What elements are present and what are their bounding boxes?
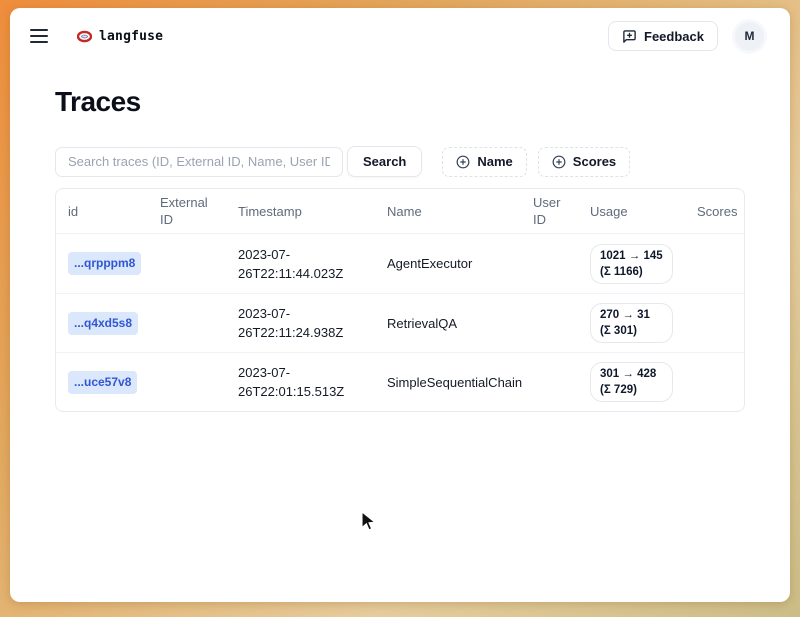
column-header-usage: Usage xyxy=(578,198,685,225)
message-square-plus-icon xyxy=(622,29,637,44)
brand[interactable]: langfuse xyxy=(77,29,163,44)
timestamp-cell: 2023-07-26T22:11:24.938Z xyxy=(226,296,375,350)
avatar[interactable]: M xyxy=(735,22,764,51)
external-id-cell xyxy=(148,256,226,272)
desktop-background: { "topbar": { "brand": "langfuse", "feed… xyxy=(0,0,800,617)
column-header-name: Name xyxy=(375,198,521,225)
usage-badge: 1021 → 145 (Σ 1166) xyxy=(590,244,673,284)
trace-id-link[interactable]: ...q4xd5s8 xyxy=(68,312,138,335)
column-header-id: id xyxy=(56,198,148,225)
feedback-label: Feedback xyxy=(644,29,704,44)
name-cell: RetrievalQA xyxy=(375,306,521,341)
scores-cell xyxy=(685,256,744,272)
usage-badge: 270 → 31 (Σ 301) xyxy=(590,303,673,343)
filter-scores-label: Scores xyxy=(573,154,616,169)
trace-id-link[interactable]: ...qrpppm8 xyxy=(68,252,141,275)
name-cell: SimpleSequentialChain xyxy=(375,365,521,400)
avatar-initial: M xyxy=(745,29,755,43)
external-id-cell xyxy=(148,374,226,390)
plus-circle-icon xyxy=(552,155,566,169)
column-header-user-id: User ID xyxy=(521,189,578,233)
column-header-timestamp: Timestamp xyxy=(226,198,375,225)
main-content: Traces Search Name Scores xyxy=(10,86,790,412)
trace-id-link[interactable]: ...uce57v8 xyxy=(68,371,137,394)
search-input[interactable] xyxy=(55,147,343,177)
column-header-scores: Scores xyxy=(685,198,745,225)
usage-badge: 301 → 428 (Σ 729) xyxy=(590,362,673,402)
table-row[interactable]: ...uce57v8 2023-07-26T22:01:15.513Z Simp… xyxy=(56,352,744,411)
filter-name-button[interactable]: Name xyxy=(442,147,526,177)
brand-name: langfuse xyxy=(99,29,163,44)
user-id-cell xyxy=(521,315,578,331)
menu-icon[interactable] xyxy=(30,29,48,43)
filter-scores-button[interactable]: Scores xyxy=(538,147,630,177)
table-row[interactable]: ...q4xd5s8 2023-07-26T22:11:24.938Z Retr… xyxy=(56,293,744,352)
search-button[interactable]: Search xyxy=(347,146,422,177)
langfuse-logo-icon xyxy=(77,30,92,43)
external-id-cell xyxy=(148,315,226,331)
name-cell: AgentExecutor xyxy=(375,246,521,281)
scores-cell xyxy=(685,374,744,390)
filter-name-label: Name xyxy=(477,154,512,169)
app-window: langfuse Feedback M Traces Search xyxy=(10,8,790,602)
feedback-button[interactable]: Feedback xyxy=(608,21,718,51)
traces-table: id External ID Timestamp Name User ID Us… xyxy=(55,188,745,412)
user-id-cell xyxy=(521,256,578,272)
table-header-row: id External ID Timestamp Name User ID Us… xyxy=(56,189,744,234)
controls-row: Search Name Scores xyxy=(55,146,746,177)
user-id-cell xyxy=(521,374,578,390)
plus-circle-icon xyxy=(456,155,470,169)
table-row[interactable]: ...qrpppm8 2023-07-26T22:11:44.023Z Agen… xyxy=(56,234,744,293)
column-header-external-id: External ID xyxy=(148,189,226,233)
scores-cell xyxy=(685,315,744,331)
page-title: Traces xyxy=(55,86,746,118)
timestamp-cell: 2023-07-26T22:11:44.023Z xyxy=(226,237,375,291)
topbar: langfuse Feedback M xyxy=(10,8,790,64)
timestamp-cell: 2023-07-26T22:01:15.513Z xyxy=(226,355,375,409)
